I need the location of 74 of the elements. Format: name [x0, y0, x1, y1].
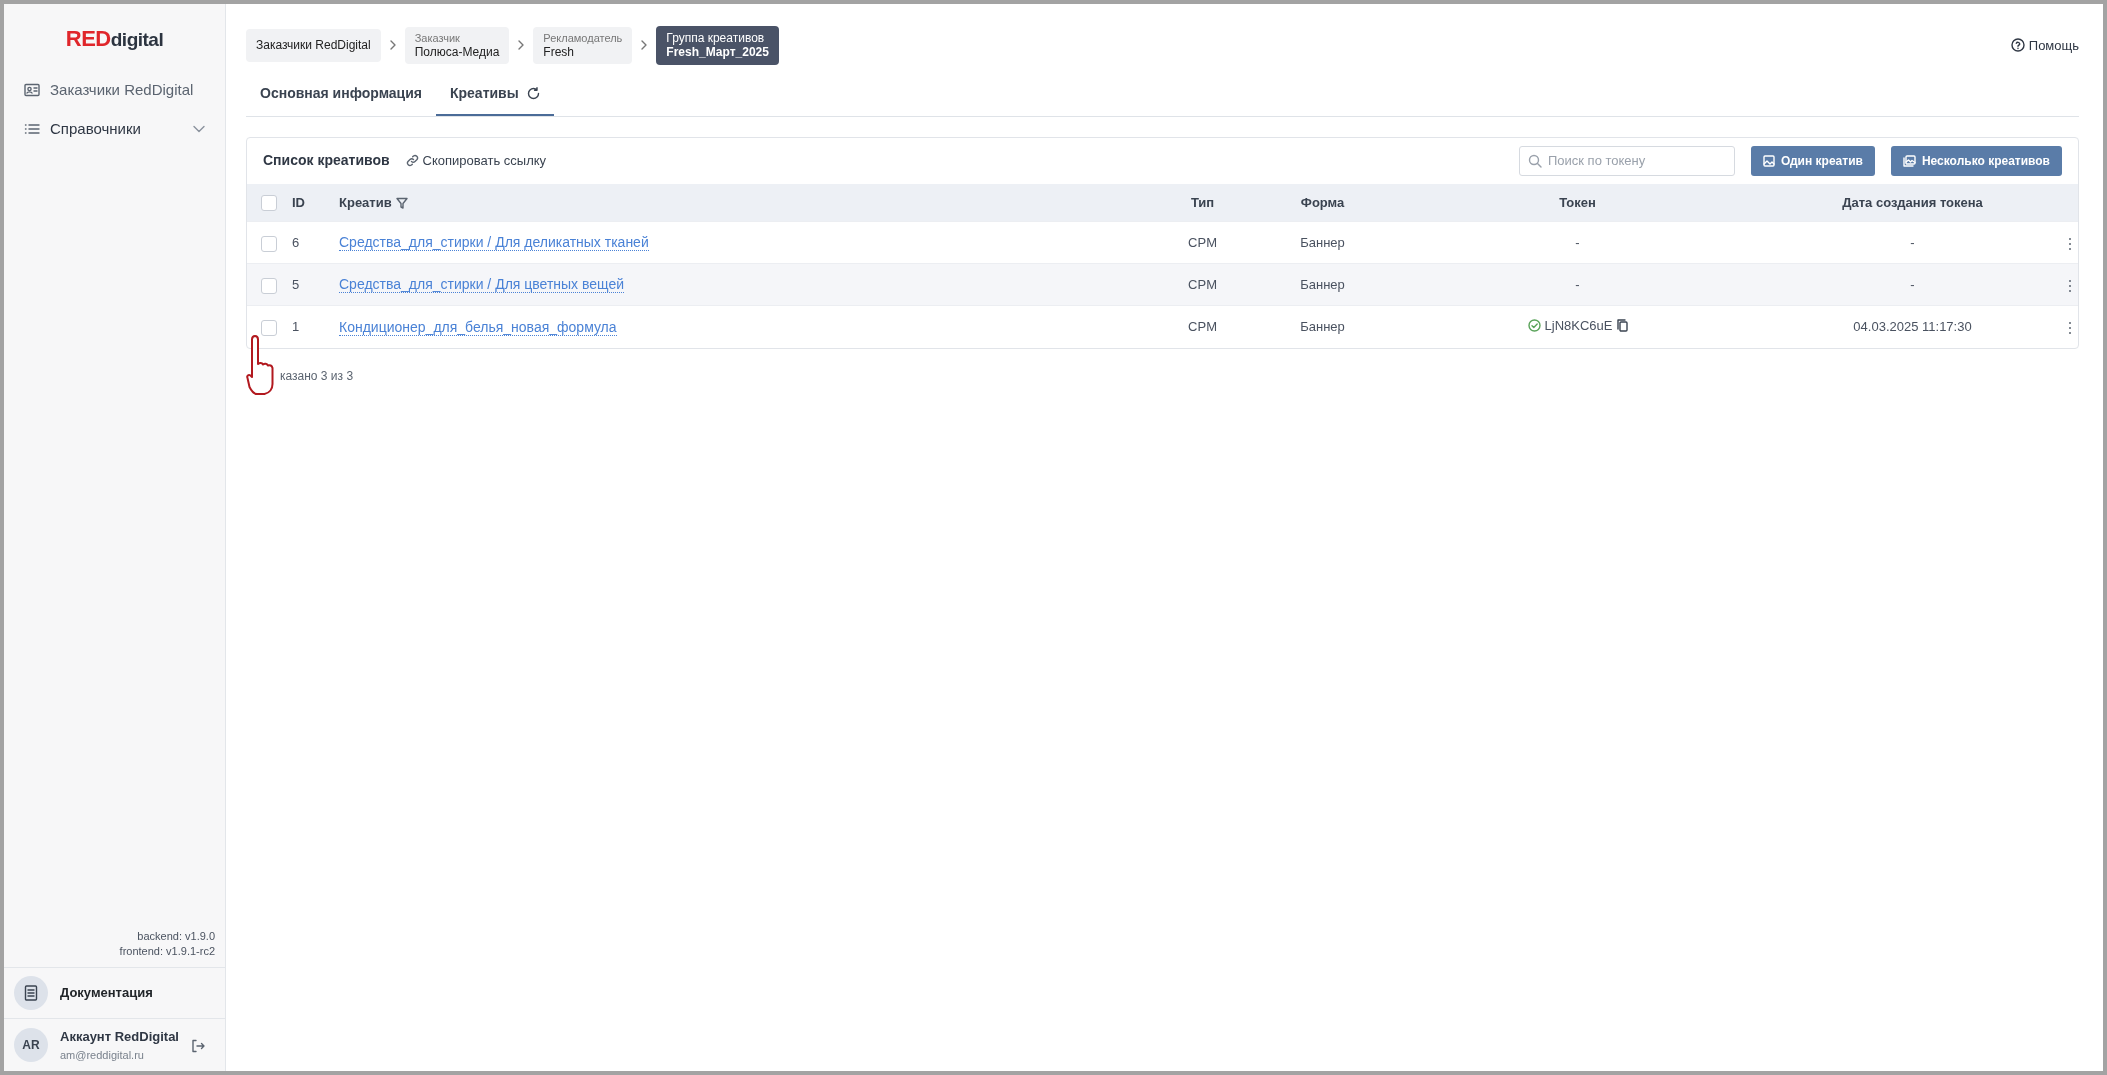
table-cell: Баннер: [1300, 235, 1345, 251]
table-cell: 1: [292, 319, 300, 335]
table-cell: -: [1910, 235, 1915, 251]
table-cell: 5: [292, 277, 300, 293]
tab[interactable]: Креативы: [436, 74, 554, 116]
breadcrumb-item[interactable]: Группа креативов Fresh_Март_2025: [656, 26, 779, 65]
version-text: backend: v1.9.0: [136, 929, 215, 945]
checkbox[interactable]: [261, 277, 277, 294]
breadcrumb-item[interactable]: Заказчики RedDigital: [246, 28, 381, 62]
document-icon: [24, 985, 38, 1001]
column-header: Дата создания токена: [1842, 194, 1983, 210]
more-icon: [2068, 320, 2073, 335]
table-cell-text: LjN8KC6uE: [1544, 317, 1613, 336]
breadcrumb-item[interactable]: Заказчик Полюса-Медиа: [404, 26, 510, 65]
documentation-link[interactable]: Документация: [4, 967, 225, 1018]
table-cell: 6: [292, 235, 300, 251]
checkbox[interactable]: [261, 235, 277, 252]
list-icon: [24, 121, 40, 136]
sidebar-group[interactable]: Справочники: [4, 109, 225, 148]
link-icon: [405, 154, 419, 168]
search-icon: [1527, 153, 1542, 168]
creative-link[interactable]: Средства_для_стирки / Для цветных вещей: [339, 276, 625, 294]
chevron-right-icon: [517, 40, 526, 51]
creative-link[interactable]: Кондиционер_для_белья_новая_формула: [339, 318, 617, 336]
more-icon: [2068, 236, 2073, 251]
column-header: Тип: [1190, 194, 1215, 210]
account-email: am@reddigital.ru: [60, 1047, 145, 1063]
filter-button[interactable]: [395, 196, 408, 209]
version-text: frontend: v1.9.1-rc2: [118, 944, 215, 959]
table-cell: CPM: [1188, 277, 1217, 293]
chevron-right-icon: [388, 40, 397, 51]
table-cell: CPM: [1188, 319, 1217, 335]
card-title: Список креативов: [263, 151, 390, 171]
shown-count: казано 3 из 3: [280, 368, 354, 383]
avatar: AR: [14, 1028, 48, 1062]
account-name: Аккаунт RedDigital: [60, 1028, 179, 1046]
hand-cursor-icon: [246, 334, 276, 396]
copy-link[interactable]: Скопировать ссылку: [405, 151, 547, 171]
table-cell: Баннер: [1300, 319, 1345, 335]
images-icon: [1902, 154, 1916, 167]
logo: REDdigital: [64, 25, 165, 53]
add-many-button[interactable]: Несколько креативов: [1890, 145, 2062, 176]
column-header: ID: [292, 194, 305, 210]
filter-icon: [395, 196, 408, 209]
more-button[interactable]: [2068, 320, 2073, 335]
more-icon: [2068, 278, 2073, 293]
copy-icon: [1616, 319, 1628, 333]
checkbox[interactable]: [261, 195, 277, 212]
more-button[interactable]: [2068, 278, 2073, 293]
table-cell-text: -: [1575, 234, 1580, 253]
id-card-icon: [24, 83, 40, 98]
copy-button[interactable]: [1616, 319, 1628, 333]
image-icon: [1762, 154, 1775, 167]
table-cell: CPM: [1188, 235, 1217, 251]
help-link[interactable]: Помощь: [2010, 35, 2079, 56]
search-field[interactable]: Поиск по токену: [1518, 145, 1735, 176]
table-cell: -: [1910, 277, 1915, 293]
tab[interactable]: Основная информация: [246, 74, 436, 116]
column-header: Форма: [1300, 194, 1345, 210]
checkbox[interactable]: [261, 319, 277, 336]
table-cell-text: -: [1575, 276, 1580, 295]
creative-link[interactable]: Средства_для_стирки / Для деликатных тканей: [339, 234, 649, 252]
add-one-button[interactable]: Один креатив: [1750, 145, 1875, 176]
help-icon: [2010, 38, 2025, 53]
table-cell: 04.03.2025 11:17:30: [1853, 319, 1972, 335]
table-cell: Баннер: [1300, 277, 1345, 293]
more-button[interactable]: [2068, 236, 2073, 251]
column-header: Креатив: [339, 193, 392, 212]
sidebar-item[interactable]: Заказчики RedDigital: [4, 71, 225, 110]
refresh-icon: [526, 86, 540, 100]
chevron-right-icon: [640, 40, 649, 51]
column-header: Токен: [1559, 194, 1596, 210]
logout-icon: [191, 1038, 205, 1053]
breadcrumb-item[interactable]: Рекламодатель Fresh: [533, 26, 633, 65]
